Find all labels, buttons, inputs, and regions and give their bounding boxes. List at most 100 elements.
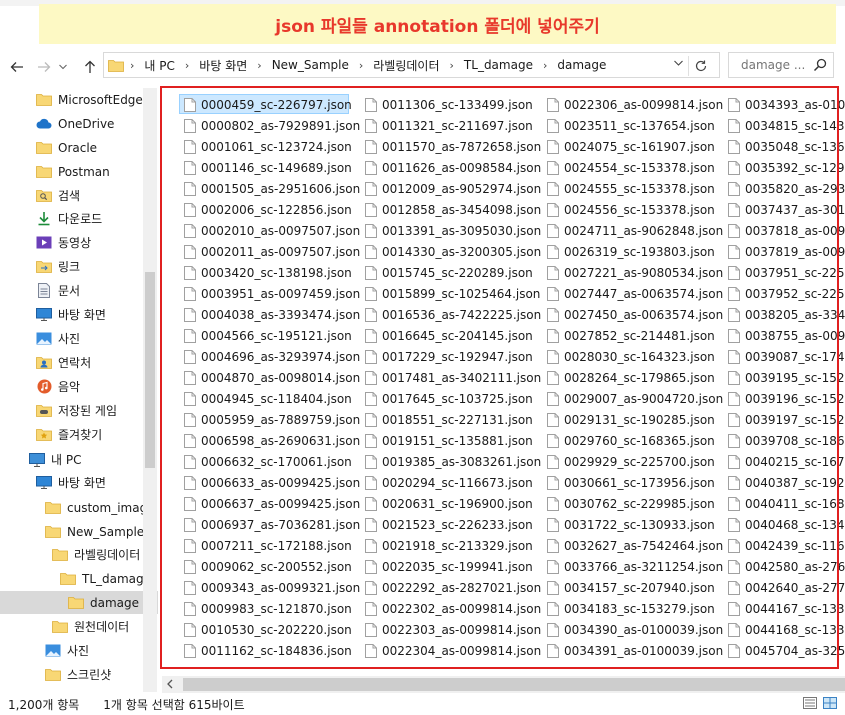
sidebar-scroll-thumb[interactable]: [145, 272, 155, 468]
file-item[interactable]: 0003420_sc-138198.json: [184, 262, 360, 283]
file-item[interactable]: 0003951_as-0097459.json: [184, 283, 360, 304]
file-item[interactable]: 0012858_as-3454098.json: [365, 199, 541, 220]
file-item[interactable]: 0004870_as-0098014.json: [184, 367, 360, 388]
sidebar-item[interactable]: 바탕 화면: [0, 303, 158, 326]
file-item[interactable]: 0029131_sc-190285.json: [547, 409, 723, 430]
file-item[interactable]: 0027447_as-0063574.json: [547, 283, 723, 304]
file-item[interactable]: 0028030_sc-164323.json: [547, 346, 723, 367]
sidebar-item[interactable]: 검색: [0, 184, 158, 207]
chevron-right-icon[interactable]: ›: [257, 59, 261, 72]
file-item[interactable]: 0007211_sc-172188.json: [184, 535, 360, 556]
file-item[interactable]: 0002006_sc-122856.json: [184, 199, 360, 220]
file-item[interactable]: 0034393_as-0100: [728, 94, 845, 115]
file-item[interactable]: 0044167_sc-1332: [728, 598, 845, 619]
file-item[interactable]: 0024554_sc-153378.json: [547, 157, 723, 178]
file-item[interactable]: 0021523_sc-226233.json: [365, 514, 541, 535]
file-item[interactable]: 0031722_sc-130933.json: [547, 514, 723, 535]
file-item[interactable]: 0034391_as-0100039.json: [547, 640, 723, 661]
file-item[interactable]: 0040468_sc-1348: [728, 514, 845, 535]
sidebar-item[interactable]: 바탕 화면: [0, 471, 158, 494]
sidebar-item[interactable]: 라벨링데이터: [0, 543, 158, 566]
file-item[interactable]: 0029007_as-9004720.json: [547, 388, 723, 409]
file-item[interactable]: 0035392_sc-1295: [728, 157, 845, 178]
file-item[interactable]: 0039087_sc-1740: [728, 346, 845, 367]
file-item[interactable]: 0009983_sc-121870.json: [184, 598, 360, 619]
file-item[interactable]: 0006637_as-0099425.json: [184, 493, 360, 514]
sidebar-item[interactable]: 사진: [0, 639, 158, 662]
scroll-left-icon[interactable]: [166, 679, 174, 689]
file-item[interactable]: 0009062_sc-200552.json: [184, 556, 360, 577]
file-item[interactable]: 0004566_sc-195121.json: [184, 325, 360, 346]
sidebar-item[interactable]: 저장된 게임: [0, 399, 158, 422]
file-item[interactable]: 0000459_sc-226797.json: [179, 94, 360, 115]
file-item[interactable]: 0029760_sc-168365.json: [547, 430, 723, 451]
sidebar-item[interactable]: 음악: [0, 375, 158, 398]
file-item[interactable]: 0004945_sc-118404.json: [184, 388, 360, 409]
file-item[interactable]: 0011162_sc-184836.json: [184, 640, 360, 661]
file-item[interactable]: 0040411_sc-1686: [728, 493, 845, 514]
file-item[interactable]: 0042640_as-2770: [728, 577, 845, 598]
file-item[interactable]: 0002010_as-0097507.json: [184, 220, 360, 241]
recent-locations-button[interactable]: [56, 56, 70, 78]
sidebar-item[interactable]: 내 PC: [0, 448, 158, 471]
file-item[interactable]: 0017645_sc-103725.json: [365, 388, 541, 409]
sidebar-item[interactable]: Oracle: [0, 136, 158, 159]
file-item[interactable]: 0022292_as-2827021.json: [365, 577, 541, 598]
file-item[interactable]: 0022304_as-0099814.json: [365, 640, 541, 661]
file-item[interactable]: 0001061_sc-123724.json: [184, 136, 360, 157]
file-item[interactable]: 0034815_sc-1439: [728, 115, 845, 136]
file-item[interactable]: 0017481_as-3402111.json: [365, 367, 541, 388]
file-item[interactable]: 0039195_sc-1528: [728, 367, 845, 388]
file-item[interactable]: 0011626_as-0098584.json: [365, 157, 541, 178]
file-item[interactable]: 0014330_as-3200305.json: [365, 241, 541, 262]
up-button[interactable]: [79, 56, 101, 78]
breadcrumb-item[interactable]: TL_damage: [464, 58, 533, 72]
file-item[interactable]: 0011570_as-7872658.json: [365, 136, 541, 157]
sidebar-item[interactable]: Postman: [0, 160, 158, 183]
file-item[interactable]: 0020294_sc-116673.json: [365, 472, 541, 493]
file-item[interactable]: 0013391_as-3095030.json: [365, 220, 541, 241]
sidebar-item[interactable]: New_Sample: [0, 520, 158, 543]
file-item[interactable]: 0024711_as-9062848.json: [547, 220, 723, 241]
breadcrumb-item[interactable]: New_Sample: [272, 58, 349, 72]
back-button[interactable]: [6, 56, 28, 78]
file-item[interactable]: 0011321_sc-211697.json: [365, 115, 541, 136]
file-item[interactable]: 0037437_as-3018: [728, 199, 845, 220]
file-item[interactable]: 0030661_sc-173956.json: [547, 472, 723, 493]
search-input[interactable]: [739, 57, 817, 73]
forward-button[interactable]: [33, 56, 55, 78]
file-item[interactable]: 0032627_as-7542464.json: [547, 535, 723, 556]
sidebar-item[interactable]: 연락처: [0, 351, 158, 374]
sidebar-item[interactable]: 즐겨찾기: [0, 423, 158, 446]
file-item[interactable]: 0042580_as-2766: [728, 556, 845, 577]
file-item[interactable]: 0028264_sc-179865.json: [547, 367, 723, 388]
chevron-right-icon[interactable]: ›: [450, 59, 454, 72]
sidebar-item[interactable]: custom_image: [0, 496, 158, 519]
sidebar-item[interactable]: 동영상: [0, 231, 158, 254]
file-item[interactable]: 0022035_sc-199941.json: [365, 556, 541, 577]
file-item[interactable]: 0004696_as-3293974.json: [184, 346, 360, 367]
file-item[interactable]: 0024075_sc-161907.json: [547, 136, 723, 157]
file-item[interactable]: 0021918_sc-213329.json: [365, 535, 541, 556]
file-item[interactable]: 0035820_as-2937: [728, 178, 845, 199]
file-item[interactable]: 0040215_sc-1679: [728, 451, 845, 472]
file-item[interactable]: 0019151_sc-135881.json: [365, 430, 541, 451]
address-dropdown-icon[interactable]: [674, 60, 683, 66]
file-item[interactable]: 0022306_as-0099814.json: [547, 94, 723, 115]
file-item[interactable]: 0006632_sc-170061.json: [184, 451, 360, 472]
file-item[interactable]: 0022303_as-0099814.json: [365, 619, 541, 640]
sidebar-item[interactable]: 다운로드: [0, 207, 158, 230]
file-item[interactable]: 0037952_sc-2251: [728, 283, 845, 304]
file-item[interactable]: 0037951_sc-2251: [728, 262, 845, 283]
breadcrumb-item[interactable]: 라벨링데이터: [373, 57, 439, 74]
file-item[interactable]: 0039708_sc-1866: [728, 430, 845, 451]
file-item[interactable]: 0017229_sc-192947.json: [365, 346, 541, 367]
sidebar-item[interactable]: MicrosoftEdgeB: [0, 88, 158, 111]
file-item[interactable]: 0034183_sc-153279.json: [547, 598, 723, 619]
file-item[interactable]: 0038205_as-3341: [728, 304, 845, 325]
file-item[interactable]: 0019385_as-3083261.json: [365, 451, 541, 472]
file-item[interactable]: 0001505_as-2951606.json: [184, 178, 360, 199]
file-item[interactable]: 0035048_sc-1368: [728, 136, 845, 157]
file-item[interactable]: 0005959_as-7889759.json: [184, 409, 360, 430]
sidebar-item[interactable]: OneDrive: [0, 112, 158, 135]
